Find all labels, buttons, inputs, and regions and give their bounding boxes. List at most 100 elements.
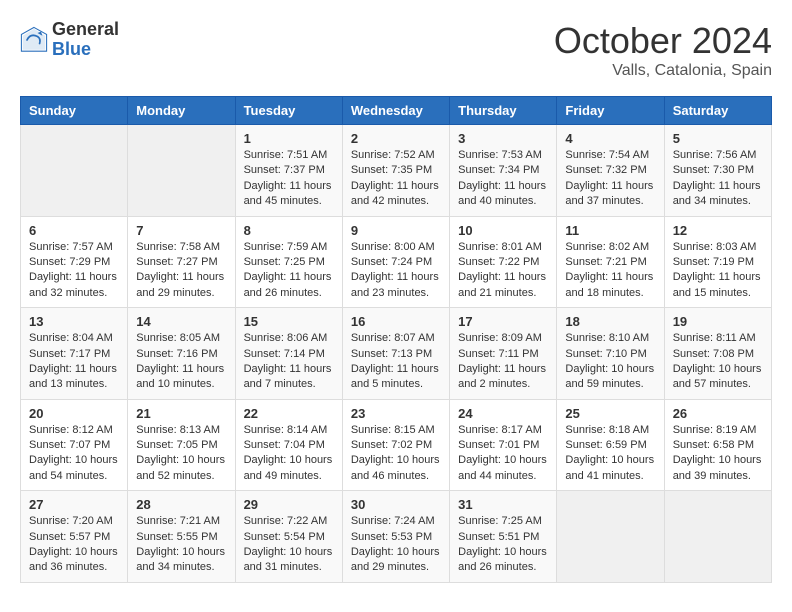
table-row: 25 Sunrise: 8:18 AMSunset: 6:59 PMDayligh…: [557, 399, 664, 491]
table-row: 28 Sunrise: 7:21 AMSunset: 5:55 PMDayligh…: [128, 491, 235, 583]
page-header: General Blue October 2024 Valls, Catalon…: [20, 20, 772, 80]
location: Valls, Catalonia, Spain: [554, 62, 772, 80]
table-row: 29Sunrise: 7:22 AMSunset: 5:54 PMDayligh…: [235, 491, 342, 583]
day-number: 16: [351, 314, 441, 329]
table-row: 10 Sunrise: 8:01 AMSunset: 7:22 PMDayligh…: [450, 216, 557, 308]
day-number: 2: [351, 131, 441, 146]
day-number: 6: [29, 223, 119, 238]
table-row: 5Sunrise: 7:56 AMSunset: 7:30 PMDaylight…: [664, 125, 771, 217]
day-info: Sunrise: 7:53 AMSunset: 7:34 PMDaylight:…: [458, 148, 548, 210]
table-row: 9 Sunrise: 8:00 AMSunset: 7:24 PMDaylight…: [342, 216, 449, 308]
table-row: 8Sunrise: 7:59 AMSunset: 7:25 PMDaylight…: [235, 216, 342, 308]
table-row: 31Sunrise: 7:25 AMSunset: 5:51 PMDayligh…: [450, 491, 557, 583]
header-wednesday: Wednesday: [342, 97, 449, 125]
table-row: 26 Sunrise: 8:19 AMSunset: 6:58 PMDayligh…: [664, 399, 771, 491]
day-info: Sunrise: 7:51 AMSunset: 7:37 PMDaylight:…: [244, 148, 334, 210]
day-info: Sunrise: 7:21 AMSunset: 5:55 PMDaylight:…: [136, 514, 226, 576]
day-info: Sunrise: 7:57 AMSunset: 7:29 PMDaylight:…: [29, 240, 119, 302]
day-number: 28: [136, 497, 226, 512]
day-number: 15: [244, 314, 334, 329]
table-row: 16 Sunrise: 8:07 AMSunset: 7:13 PMDayligh…: [342, 308, 449, 400]
day-number: 31: [458, 497, 548, 512]
day-info: Sunrise: 8:06 AMSunset: 7:14 PMDaylight:…: [244, 331, 334, 393]
day-number: 13: [29, 314, 119, 329]
day-number: 30: [351, 497, 441, 512]
day-info: Sunrise: 8:18 AMSunset: 6:59 PMDaylight:…: [565, 423, 655, 485]
day-number: 17: [458, 314, 548, 329]
table-row: 15 Sunrise: 8:06 AMSunset: 7:14 PMDayligh…: [235, 308, 342, 400]
header-sunday: Sunday: [21, 97, 128, 125]
day-info: Sunrise: 8:12 AMSunset: 7:07 PMDaylight:…: [29, 423, 119, 485]
header-tuesday: Tuesday: [235, 97, 342, 125]
table-row: 1Sunrise: 7:51 AMSunset: 7:37 PMDaylight…: [235, 125, 342, 217]
table-row: 2 Sunrise: 7:52 AMSunset: 7:35 PMDaylight…: [342, 125, 449, 217]
table-row: 4Sunrise: 7:54 AMSunset: 7:32 PMDaylight…: [557, 125, 664, 217]
day-info: Sunrise: 8:10 AMSunset: 7:10 PMDaylight:…: [565, 331, 655, 393]
day-number: 12: [673, 223, 763, 238]
day-info: Sunrise: 7:56 AMSunset: 7:30 PMDaylight:…: [673, 148, 763, 210]
day-info: Sunrise: 8:17 AMSunset: 7:01 PMDaylight:…: [458, 423, 548, 485]
header-thursday: Thursday: [450, 97, 557, 125]
table-row: 14 Sunrise: 8:05 AMSunset: 7:16 PMDayligh…: [128, 308, 235, 400]
day-info: Sunrise: 8:07 AMSunset: 7:13 PMDaylight:…: [351, 331, 441, 393]
day-number: 27: [29, 497, 119, 512]
day-info: Sunrise: 8:02 AMSunset: 7:21 PMDaylight:…: [565, 240, 655, 302]
day-info: Sunrise: 8:05 AMSunset: 7:16 PMDaylight:…: [136, 331, 226, 393]
day-number: 23: [351, 406, 441, 421]
logo: General Blue: [20, 20, 119, 60]
day-info: Sunrise: 8:00 AMSunset: 7:24 PMDaylight:…: [351, 240, 441, 302]
week-row-5: 27 Sunrise: 7:20 AMSunset: 5:57 PMDayligh…: [21, 491, 772, 583]
table-row: 23 Sunrise: 8:15 AMSunset: 7:02 PMDayligh…: [342, 399, 449, 491]
table-row: 30Sunrise: 7:24 AMSunset: 5:53 PMDayligh…: [342, 491, 449, 583]
week-row-4: 20Sunrise: 8:12 AMSunset: 7:07 PMDayligh…: [21, 399, 772, 491]
day-info: Sunrise: 8:13 AMSunset: 7:05 PMDaylight:…: [136, 423, 226, 485]
calendar-table: SundayMondayTuesdayWednesdayThursdayFrid…: [20, 96, 772, 583]
day-info: Sunrise: 8:15 AMSunset: 7:02 PMDaylight:…: [351, 423, 441, 485]
day-number: 4: [565, 131, 655, 146]
logo-text: General Blue: [52, 20, 119, 60]
day-info: Sunrise: 7:58 AMSunset: 7:27 PMDaylight:…: [136, 240, 226, 302]
day-number: 25: [565, 406, 655, 421]
header-saturday: Saturday: [664, 97, 771, 125]
table-row: [128, 125, 235, 217]
day-number: 24: [458, 406, 548, 421]
table-row: 20Sunrise: 8:12 AMSunset: 7:07 PMDayligh…: [21, 399, 128, 491]
table-row: 21 Sunrise: 8:13 AMSunset: 7:05 PMDayligh…: [128, 399, 235, 491]
table-row: 27 Sunrise: 7:20 AMSunset: 5:57 PMDayligh…: [21, 491, 128, 583]
day-info: Sunrise: 7:52 AMSunset: 7:35 PMDaylight:…: [351, 148, 441, 210]
table-row: [557, 491, 664, 583]
table-row: 7Sunrise: 7:58 AMSunset: 7:27 PMDaylight…: [128, 216, 235, 308]
month-title: October 2024: [554, 20, 772, 62]
table-row: [664, 491, 771, 583]
table-row: 17Sunrise: 8:09 AMSunset: 7:11 PMDayligh…: [450, 308, 557, 400]
table-row: 11 Sunrise: 8:02 AMSunset: 7:21 PMDayligh…: [557, 216, 664, 308]
table-row: 12Sunrise: 8:03 AMSunset: 7:19 PMDayligh…: [664, 216, 771, 308]
table-row: 18 Sunrise: 8:10 AMSunset: 7:10 PMDayligh…: [557, 308, 664, 400]
table-row: 19Sunrise: 8:11 AMSunset: 7:08 PMDayligh…: [664, 308, 771, 400]
week-row-2: 6 Sunrise: 7:57 AMSunset: 7:29 PMDaylight…: [21, 216, 772, 308]
day-number: 8: [244, 223, 334, 238]
table-row: 13Sunrise: 8:04 AMSunset: 7:17 PMDayligh…: [21, 308, 128, 400]
day-number: 11: [565, 223, 655, 238]
day-number: 10: [458, 223, 548, 238]
day-number: 9: [351, 223, 441, 238]
day-number: 21: [136, 406, 226, 421]
day-number: 29: [244, 497, 334, 512]
header-friday: Friday: [557, 97, 664, 125]
table-row: [21, 125, 128, 217]
table-row: 6 Sunrise: 7:57 AMSunset: 7:29 PMDaylight…: [21, 216, 128, 308]
day-info: Sunrise: 8:14 AMSunset: 7:04 PMDaylight:…: [244, 423, 334, 485]
day-number: 18: [565, 314, 655, 329]
header-row: SundayMondayTuesdayWednesdayThursdayFrid…: [21, 97, 772, 125]
title-section: October 2024 Valls, Catalonia, Spain: [554, 20, 772, 80]
day-number: 19: [673, 314, 763, 329]
day-info: Sunrise: 8:19 AMSunset: 6:58 PMDaylight:…: [673, 423, 763, 485]
table-row: 24 Sunrise: 8:17 AMSunset: 7:01 PMDayligh…: [450, 399, 557, 491]
day-info: Sunrise: 7:20 AMSunset: 5:57 PMDaylight:…: [29, 514, 119, 576]
day-info: Sunrise: 8:01 AMSunset: 7:22 PMDaylight:…: [458, 240, 548, 302]
logo-icon: [20, 26, 48, 54]
week-row-3: 13Sunrise: 8:04 AMSunset: 7:17 PMDayligh…: [21, 308, 772, 400]
header-monday: Monday: [128, 97, 235, 125]
day-number: 14: [136, 314, 226, 329]
day-number: 26: [673, 406, 763, 421]
